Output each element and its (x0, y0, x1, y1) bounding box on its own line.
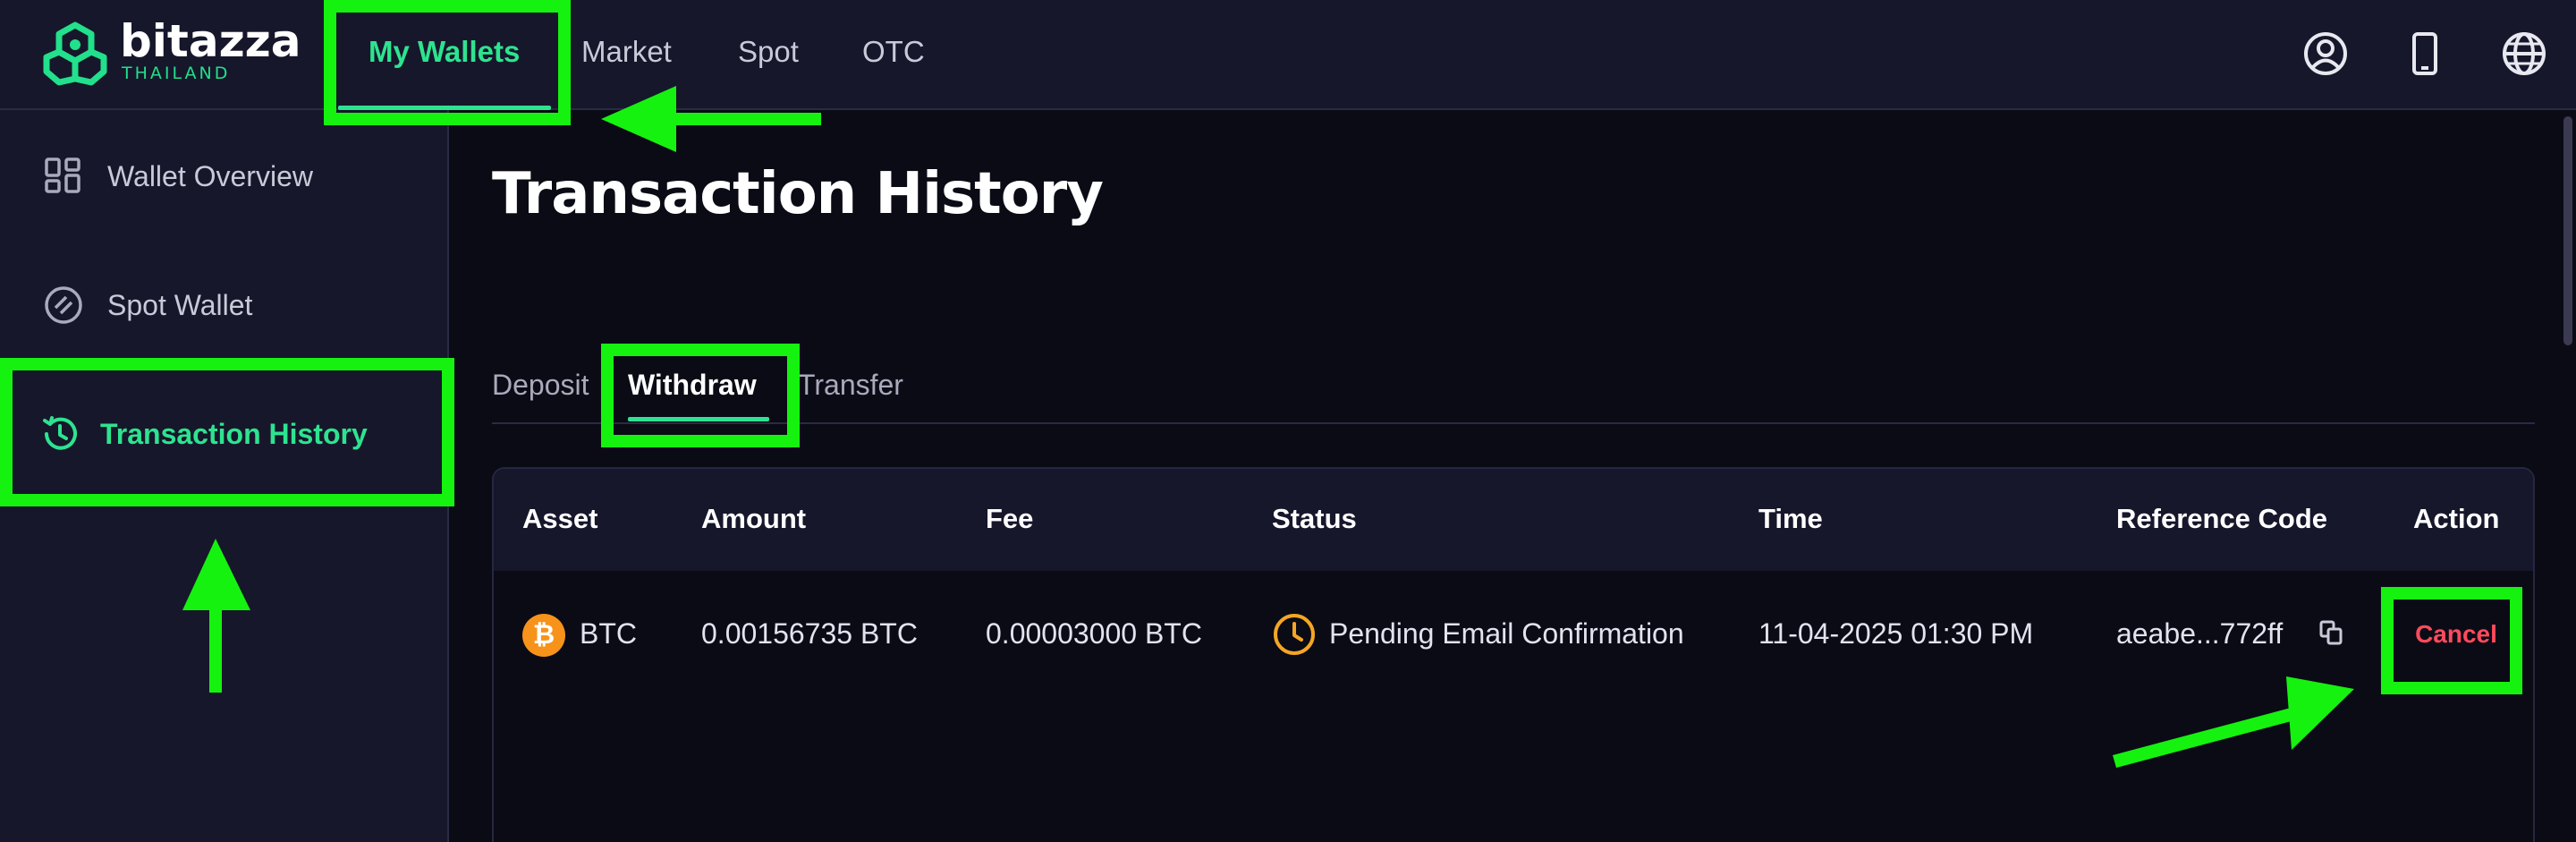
brand-name: bitazza (120, 15, 301, 67)
page-scrollbar[interactable] (2563, 116, 2572, 345)
mobile-icon[interactable] (2398, 27, 2452, 81)
column-header-asset: Asset (522, 503, 598, 534)
time-cell: 11-04-2025 01:30 PM (1758, 617, 2034, 650)
tab-transfer[interactable]: Transfer (798, 369, 903, 402)
withdraw-history-table: Asset Amount Fee Status Time Reference C… (492, 467, 2535, 842)
fee-cell: 0.00003000 BTC (986, 617, 1202, 650)
asset-cell: BTC (580, 617, 637, 650)
sidebar-item-spot-wallet[interactable]: Spot Wallet (0, 251, 449, 359)
highlight-box-withdraw-tab (601, 344, 800, 447)
highlight-box-transaction-history (0, 358, 454, 506)
table-row: ₿ BTC 0.00156735 BTC 0.00003000 BTC Pend… (494, 571, 2533, 714)
sidebar-item-label: Wallet Overview (107, 159, 313, 192)
highlight-box-cancel (2381, 587, 2522, 694)
highlight-box-my-wallets (324, 0, 571, 125)
clock-icon (1274, 614, 1315, 655)
sidebar-item-wallet-overview[interactable]: Wallet Overview (0, 123, 449, 230)
reference-code-cell: aeabe...772ff (2116, 617, 2284, 650)
nav-market[interactable]: Market (581, 32, 672, 72)
nav-otc[interactable]: OTC (862, 32, 925, 72)
globe-icon[interactable] (2497, 27, 2551, 81)
column-header-amount: Amount (701, 503, 807, 534)
column-header-time: Time (1758, 503, 1823, 534)
logo-wordmark: bitazza THAILAND (120, 18, 301, 82)
grid-icon (45, 157, 80, 193)
nav-spot[interactable]: Spot (738, 32, 799, 72)
spot-wallet-icon (45, 286, 82, 324)
column-header-action: Action (2413, 503, 2500, 534)
copy-icon[interactable] (2318, 619, 2343, 646)
sidebar-item-label: Spot Wallet (107, 288, 253, 321)
bitazza-logo-icon (43, 21, 107, 86)
amount-cell: 0.00156735 BTC (701, 617, 918, 650)
table-header: Asset Amount Fee Status Time Reference C… (494, 469, 2533, 571)
tab-deposit[interactable]: Deposit (492, 369, 589, 402)
column-header-status: Status (1272, 503, 1357, 534)
brand-region: THAILAND (122, 64, 231, 83)
page-title: Transaction History (492, 161, 1104, 227)
bitcoin-icon: ₿ (522, 614, 565, 657)
user-icon[interactable] (2299, 27, 2352, 81)
status-cell: Pending Email Confirmation (1329, 617, 1684, 650)
column-header-fee: Fee (986, 503, 1034, 534)
column-header-reference-code: Reference Code (2116, 503, 2328, 534)
brand-logo[interactable]: bitazza THAILAND (41, 18, 301, 89)
